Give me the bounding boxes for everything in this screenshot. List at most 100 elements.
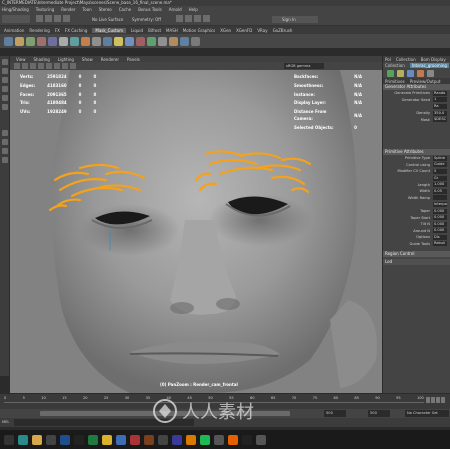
shelf-tab[interactable]: XGenFD xyxy=(236,28,252,33)
menu-item[interactable]: Cache xyxy=(119,7,131,12)
node-tab[interactable]: Interac_grooming xyxy=(409,62,449,68)
viewport-panel[interactable]: View Shading Lighting Show Renderer Panels sR… xyxy=(10,56,382,393)
viewport-menu-item[interactable]: Show xyxy=(82,57,93,62)
shelf-tool-icon[interactable] xyxy=(37,36,46,46)
move-tool-icon[interactable] xyxy=(1,86,8,92)
shelf-tool-icon[interactable] xyxy=(81,36,90,46)
attribute-field[interactable]: Rebuil xyxy=(433,241,447,247)
snap-view-icon[interactable] xyxy=(63,15,70,22)
wireframe-icon[interactable] xyxy=(30,63,36,69)
shelf-tool-icon[interactable] xyxy=(92,36,101,46)
settings-icon[interactable] xyxy=(427,69,434,77)
ipr-icon[interactable] xyxy=(185,15,192,22)
hypershade-icon[interactable] xyxy=(203,15,210,22)
smooth-shade-icon[interactable] xyxy=(38,63,44,69)
outliner-icon[interactable] xyxy=(1,157,8,163)
select-tool-icon[interactable] xyxy=(1,59,8,65)
create-description-icon[interactable] xyxy=(387,69,394,77)
attribute-field[interactable]: Ra xyxy=(433,103,447,109)
attribute-field[interactable] xyxy=(433,195,447,201)
shelf-tab[interactable]: VRay xyxy=(257,28,267,33)
shelf-tool-icon[interactable] xyxy=(15,36,24,46)
rotate-tool-icon[interactable] xyxy=(1,95,8,101)
shelf-tab[interactable]: Animation xyxy=(4,28,24,33)
scale-tool-icon[interactable] xyxy=(1,104,8,110)
lasso-tool-icon[interactable] xyxy=(1,68,8,74)
render-icon[interactable] xyxy=(176,15,183,22)
snap-point-icon[interactable] xyxy=(54,15,61,22)
shelf-tab[interactable]: Mask_Custom xyxy=(92,27,127,33)
guide-tool-icon[interactable] xyxy=(397,69,404,77)
shelf-tool-icon[interactable] xyxy=(169,36,178,46)
shelf-tab[interactable]: Motion Graphics xyxy=(183,28,216,33)
live-surface-label[interactable]: No Live Surface xyxy=(92,17,123,22)
headus-icon[interactable] xyxy=(172,434,182,445)
next-frame-icon[interactable] xyxy=(436,397,440,403)
menu-item[interactable]: Arnold xyxy=(169,7,182,12)
attribute-field[interactable]: Gr xyxy=(433,175,447,181)
attribute-field[interactable]: 0.000 xyxy=(433,208,447,214)
other-icon[interactable] xyxy=(256,434,266,445)
preview-icon[interactable] xyxy=(407,69,414,77)
attribute-field[interactable]: $DESC xyxy=(433,117,447,123)
shelf-tab[interactable]: Liquid xyxy=(131,28,143,33)
chrome-icon[interactable] xyxy=(102,434,112,445)
shelf-tab[interactable]: FX xyxy=(55,28,60,33)
symmetry-label[interactable]: Symmetry: Off xyxy=(132,17,161,22)
layout-two-icon[interactable] xyxy=(1,148,8,154)
snap-curve-icon[interactable] xyxy=(45,15,52,22)
menu-item[interactable]: Render xyxy=(61,7,75,12)
paint-select-icon[interactable] xyxy=(1,77,8,83)
panel-tab[interactable]: Pol xyxy=(385,57,391,62)
shelf-tool-icon[interactable] xyxy=(158,36,167,46)
zbrush-icon[interactable] xyxy=(46,434,56,445)
search-icon[interactable] xyxy=(4,434,14,445)
spotify-icon[interactable] xyxy=(200,434,210,445)
render-preview-icon[interactable] xyxy=(417,69,424,77)
sub-tab[interactable]: Preview/Output xyxy=(410,79,441,84)
range-end-field[interactable]: 500 xyxy=(324,410,346,417)
attribute-field[interactable]: Dis xyxy=(433,234,447,240)
textured-icon[interactable] xyxy=(46,63,52,69)
menu-item[interactable]: Bonus Tools xyxy=(138,7,161,12)
menu-item[interactable]: Stereo xyxy=(99,7,112,12)
lights-icon[interactable] xyxy=(54,63,60,69)
render-settings-icon[interactable] xyxy=(194,15,201,22)
shelf-tool-icon[interactable] xyxy=(180,36,189,46)
shelf-tool-icon[interactable] xyxy=(70,36,79,46)
vray-icon[interactable] xyxy=(116,434,126,445)
viewport-menu-item[interactable]: Lighting xyxy=(58,57,74,62)
menu-item[interactable]: Help xyxy=(189,7,198,12)
layout-single-icon[interactable] xyxy=(1,130,8,136)
arnold-icon[interactable] xyxy=(214,434,224,445)
substance-icon[interactable] xyxy=(144,434,154,445)
snap-grid-icon[interactable] xyxy=(36,15,43,22)
shelf-tab[interactable]: Bifrost xyxy=(148,28,161,33)
shelf-tool-icon[interactable] xyxy=(26,36,35,46)
attribute-field[interactable]: 1.000 xyxy=(433,182,447,188)
shelf-tool-icon[interactable] xyxy=(147,36,156,46)
sub-tab[interactable]: Primitives xyxy=(385,79,405,84)
x-icon[interactable] xyxy=(88,434,98,445)
play-back-icon[interactable] xyxy=(426,397,430,403)
unreal-icon[interactable] xyxy=(242,434,252,445)
photoshop-icon[interactable] xyxy=(60,434,70,445)
animation-end-field[interactable]: 500 xyxy=(368,410,390,417)
layout-four-icon[interactable] xyxy=(1,139,8,145)
color-space-dropdown[interactable]: sRGB gamma xyxy=(284,63,324,69)
shelf-tool-icon[interactable] xyxy=(59,36,68,46)
attribute-field[interactable]: 0.05 xyxy=(433,188,447,194)
shelf-tab[interactable]: Rendering xyxy=(29,28,49,33)
shadows-icon[interactable] xyxy=(62,63,68,69)
xray-icon[interactable] xyxy=(70,63,76,69)
attribute-field[interactable]: Rando xyxy=(433,90,447,96)
panel-tab[interactable]: Collection xyxy=(396,57,416,62)
viewport-menu-item[interactable]: Panels xyxy=(127,57,140,62)
folder-icon[interactable] xyxy=(32,434,42,445)
viewport-menu-item[interactable]: Shading xyxy=(34,57,50,62)
end-icon[interactable] xyxy=(441,397,445,403)
marvelous-icon[interactable] xyxy=(130,434,140,445)
camera-icon[interactable] xyxy=(14,63,20,69)
firefox-icon[interactable] xyxy=(228,434,238,445)
attribute-field[interactable]: 0.000 xyxy=(433,221,447,227)
